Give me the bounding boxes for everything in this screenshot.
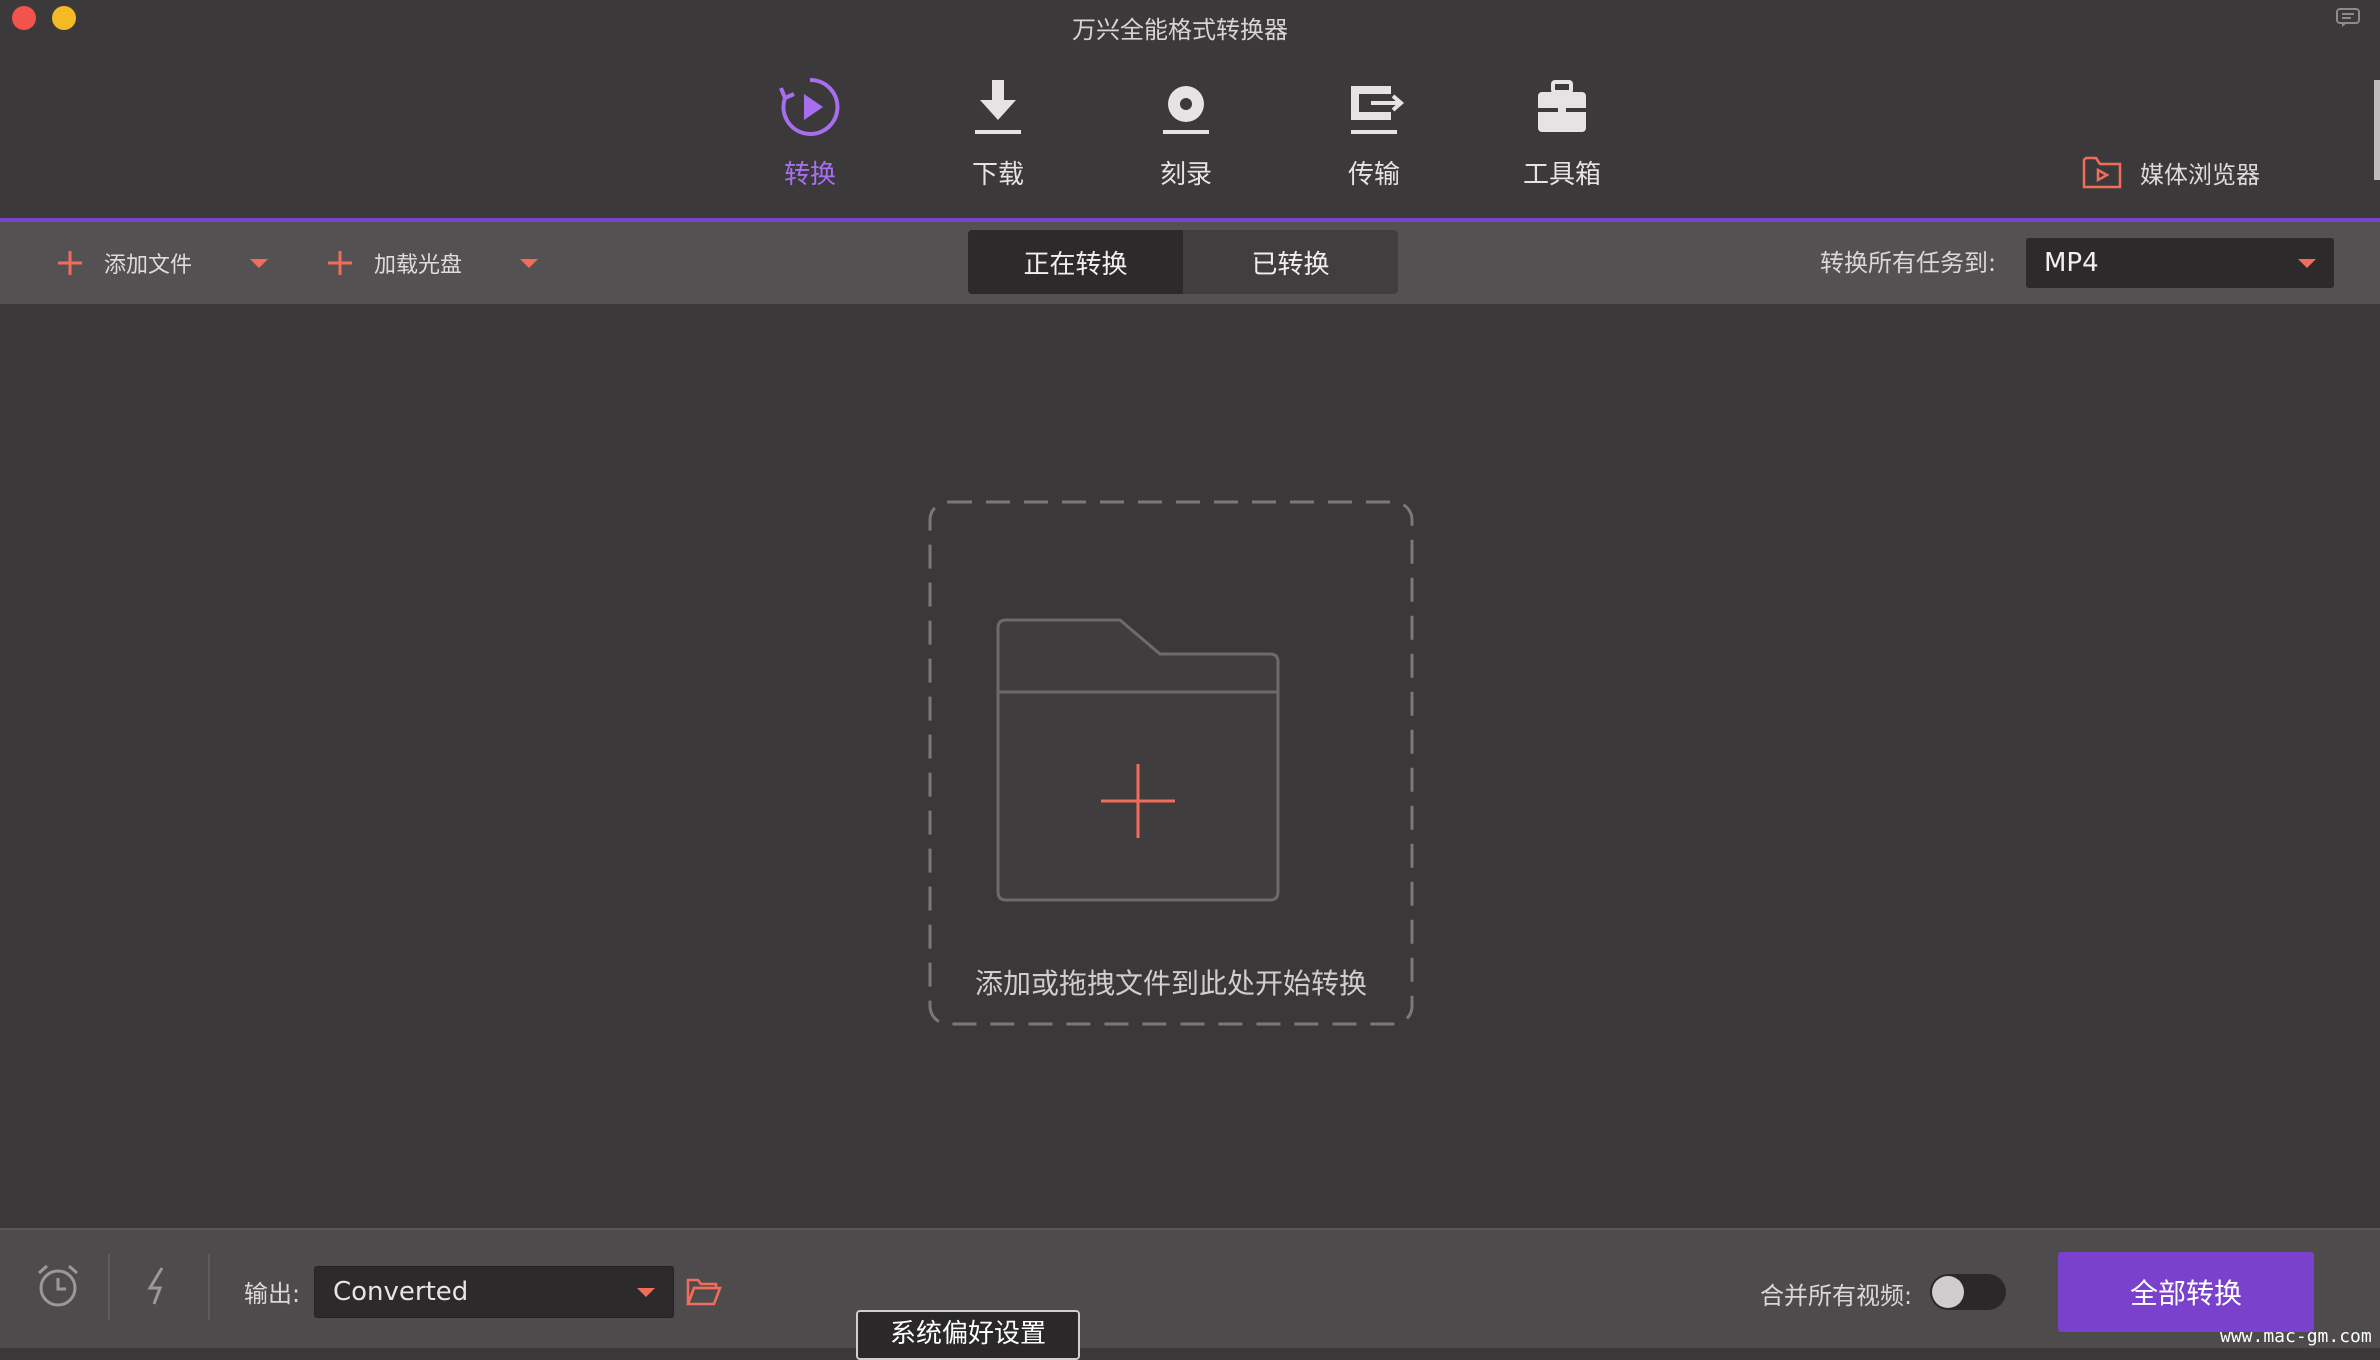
- tab-download-label: 下载: [971, 160, 1024, 190]
- toggle-knob: [1932, 1276, 1964, 1308]
- high-speed-bolt-icon[interactable]: [134, 1262, 182, 1310]
- plus-icon: [58, 251, 82, 275]
- tab-toolbox-label: 工具箱: [1522, 160, 1601, 190]
- media-browser-label: 媒体浏览器: [2140, 160, 2260, 189]
- output-format-select[interactable]: MP4: [2026, 238, 2334, 288]
- plus-icon: [328, 251, 352, 275]
- chevron-down-icon: [637, 1287, 655, 1297]
- output-label: 输出:: [244, 1280, 301, 1308]
- load-disc-button[interactable]: 加载光盘: [326, 222, 539, 304]
- drop-zone-hint: 添加或拖拽文件到此处开始转换: [974, 967, 1367, 1000]
- open-folder-icon[interactable]: [686, 1276, 722, 1308]
- merge-all-videos-label: 合并所有视频:: [1760, 1282, 1913, 1310]
- toolbar-separator: [108, 1254, 110, 1320]
- toolbar: 添加文件 加载光盘 正在转换 已转换 转换所有任务到: MP4: [0, 222, 2380, 304]
- output-folder-select[interactable]: Converted: [314, 1266, 674, 1318]
- toolbar-separator: [208, 1254, 210, 1320]
- watermark: www.mac-gm.com: [2220, 1326, 2372, 1347]
- tab-converted[interactable]: 已转换: [1183, 230, 1398, 294]
- bottom-bar-divider: [0, 1228, 2380, 1230]
- tab-burn-label: 刻录: [1159, 160, 1212, 190]
- scrollbar[interactable]: [2374, 80, 2380, 180]
- tab-download[interactable]: 下载: [928, 74, 1068, 224]
- file-drop-zone[interactable]: [928, 500, 1414, 1026]
- load-disc-dropdown-icon[interactable]: [520, 258, 539, 268]
- window-title: 万兴全能格式转换器: [1072, 16, 1288, 44]
- convert-icon: [779, 77, 840, 136]
- chevron-down-icon: [2298, 258, 2316, 268]
- convert-all-button[interactable]: 全部转换: [2058, 1252, 2314, 1332]
- add-file-label: 添加文件: [104, 253, 193, 278]
- tab-toolbox[interactable]: 工具箱: [1492, 74, 1632, 224]
- toolbox-icon: [1538, 80, 1586, 132]
- burn-disc-icon: [1163, 86, 1209, 134]
- system-preferences-tooltip: 系统偏好设置: [856, 1310, 1080, 1360]
- add-folder-icon: [996, 618, 1280, 902]
- media-browser-button[interactable]: 媒体浏览器: [2082, 150, 2260, 194]
- tab-burn[interactable]: 刻录: [1116, 74, 1256, 224]
- tab-convert[interactable]: 转换: [740, 74, 880, 224]
- convert-all-to-label: 转换所有任务到:: [1820, 249, 1997, 277]
- feedback-chat-icon[interactable]: [2336, 8, 2360, 28]
- load-disc-label: 加载光盘: [374, 253, 463, 278]
- alarm-clock-icon[interactable]: [34, 1262, 82, 1310]
- tab-convert-label: 转换: [783, 160, 836, 190]
- tab-transfer[interactable]: 传输: [1304, 74, 1444, 224]
- output-folder-value: Converted: [333, 1277, 469, 1307]
- merge-videos-toggle[interactable]: [1930, 1274, 2006, 1310]
- transfer-icon: [1351, 86, 1405, 134]
- tab-transfer-label: 传输: [1347, 160, 1400, 190]
- download-icon: [975, 80, 1021, 134]
- output-format-value: MP4: [2044, 248, 2099, 278]
- conversion-status-segmented-control: 正在转换 已转换: [968, 230, 1398, 294]
- tab-converting[interactable]: 正在转换: [968, 230, 1183, 294]
- add-file-dropdown-icon[interactable]: [250, 258, 269, 268]
- add-file-button[interactable]: 添加文件: [56, 222, 269, 304]
- media-folder-icon: [2082, 156, 2122, 189]
